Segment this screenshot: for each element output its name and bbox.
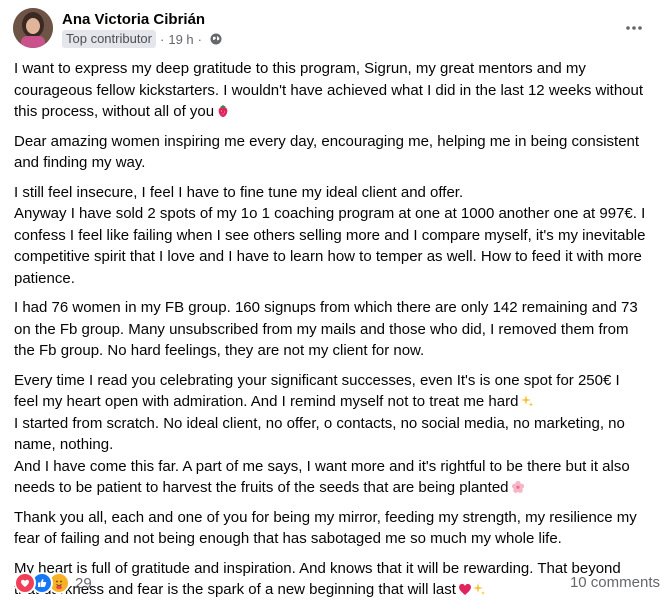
post-paragraph: I want to express my deep gratitude to t… [14,58,662,123]
post-body: I want to express my deep gratitude to t… [14,58,662,609]
text-line-content: this process, without all of you [14,103,215,120]
text-line: I still feel insecure, I feel I have to … [14,183,464,201]
text-line: Thank you all, each and one of you for b… [14,508,637,526]
text-line: And I have come this far. A part of me s… [14,457,630,475]
cherry-blossom-emoji-icon [511,479,525,493]
meta-separator: · [160,31,165,47]
strawberry-emoji-icon [216,103,230,117]
post-footer: 29 10 comments [14,572,660,594]
text-line: patience. [14,269,75,287]
text-line-content: needs to be patient to harvest the fruit… [14,479,509,496]
text-line: I started from scratch. No ideal client,… [14,414,625,432]
text-line: courageous fellow kickstarters. I wouldn… [14,81,644,99]
text-line: fear of failing and not being enough tha… [14,530,562,547]
text-line-content: feel my heart open with admiration. And … [14,393,519,410]
text-line: and finding my way. [14,154,146,171]
text-line: name, nothing. [14,436,114,453]
globe-icon [210,33,222,45]
text-line: competitive spirit that I love and I hav… [14,248,642,265]
reaction-count: 29 [75,574,92,592]
text-line: Anyway I have sold 2 spots of my 1o 1 co… [14,205,646,222]
more-horizontal-icon [626,26,642,30]
post-paragraph: I still feel insecure, I feel I have to … [14,182,662,290]
post-meta: Top contributor · 19 h · [62,30,222,48]
post-timestamp[interactable]: 19 h [168,32,193,47]
post-paragraph: Thank you all, each and one of you for b… [14,507,662,550]
avatar[interactable] [13,8,53,48]
post-header: Ana Victoria Cibrián Top contributor · 1… [12,8,656,52]
top-contributor-badge[interactable]: Top contributor [62,30,156,48]
meta-separator: · [197,31,202,47]
text-line: Every time I read you celebrating your s… [14,371,620,389]
post-paragraph: Dear amazing women inspiring me every da… [14,131,662,174]
post-paragraph: I had 76 women in my FB group. 160 signu… [14,297,662,362]
text-line: I want to express my deep gratitude to t… [14,60,586,77]
text-line: Dear amazing women inspiring me every da… [14,132,640,150]
text-line: this process, without all of you [14,101,662,123]
avatar-image [13,8,53,48]
author-name[interactable]: Ana Victoria Cibrián [62,11,205,28]
reactions-summary[interactable]: 29 [14,572,92,594]
text-line: needs to be patient to harvest the fruit… [14,477,662,499]
text-line: feel my heart open with admiration. And … [14,391,662,413]
sparkles-emoji-icon [520,393,534,407]
text-line: I had 76 women in my FB group. 160 signu… [14,299,638,316]
post-paragraph: Every time I read you celebrating your s… [14,370,662,499]
feed-post: Ana Victoria Cibrián Top contributor · 1… [0,0,668,600]
text-line: the Fb group. No hard feelings, they are… [14,342,425,359]
comments-count-link[interactable]: 10 comments [570,574,660,591]
text-line: confess I feel like failing when I see o… [14,226,646,244]
text-line: on the Fb group. Many unsubscribed from … [14,320,629,338]
more-options-button[interactable] [620,14,648,42]
love-reaction-icon [14,572,36,594]
